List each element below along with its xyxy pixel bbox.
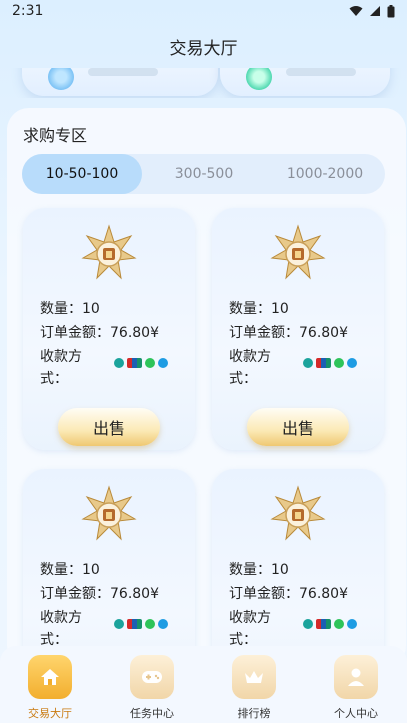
nav-item-trading-hall[interactable]: 交易大厅 xyxy=(10,652,90,720)
usdt-icon xyxy=(114,619,124,629)
medal-icon xyxy=(270,224,326,280)
order-amount: 订单金额：76.80¥ xyxy=(40,325,159,341)
payment-label-line1: 收款方 xyxy=(40,349,82,365)
medal-icon xyxy=(81,485,137,541)
order-amount: 订单金额：76.80¥ xyxy=(229,325,348,341)
home-icon xyxy=(28,655,72,699)
usdt-icon xyxy=(114,358,124,368)
nav-label: 任务中心 xyxy=(130,707,174,720)
range-tabs: 10-50-100 300-500 1000-2000 xyxy=(22,154,385,194)
payment-method-label: 收款方 式： xyxy=(229,607,271,651)
order-amount: 订单金额：76.80¥ xyxy=(229,586,348,602)
order-quantity: 数量：10 xyxy=(229,301,289,317)
unionpay-icon xyxy=(316,619,331,629)
payment-icons xyxy=(303,619,357,629)
tab-range-1000-2000[interactable]: 1000-2000 xyxy=(265,154,385,194)
payment-method-label: 收款方 式： xyxy=(40,346,82,390)
order-amount: 订单金额：76.80¥ xyxy=(40,586,159,602)
buy-request-panel: 求购专区 10-50-100 300-500 1000-2000 数量：10 订… xyxy=(7,108,406,711)
usdt-icon xyxy=(303,358,313,368)
unionpay-icon xyxy=(127,358,142,368)
order-card: 数量：10 订单金额：76.80¥ 收款方 式： 出售 xyxy=(23,208,195,450)
order-quantity: 数量：10 xyxy=(40,301,100,317)
payment-icons xyxy=(303,358,357,368)
payment-method-label: 收款方 式： xyxy=(229,346,271,390)
payment-label-line2: 式： xyxy=(229,371,257,387)
status-time: 2:31 xyxy=(12,3,44,19)
alipay-icon xyxy=(158,358,168,368)
signal-icon xyxy=(370,6,380,16)
nav-item-task-center[interactable]: 任务中心 xyxy=(112,652,192,720)
payment-label-line1: 收款方 xyxy=(40,610,82,626)
gamepad-icon xyxy=(130,655,174,699)
page-header: 交易大厅 xyxy=(0,22,407,70)
order-card: 数量：10 订单金额：76.80¥ 收款方 式： 出售 xyxy=(212,208,384,450)
usdt-icon xyxy=(303,619,313,629)
payment-label-line2: 式： xyxy=(40,371,68,387)
medal-icon xyxy=(81,224,137,280)
blurred-text xyxy=(286,68,356,76)
unionpay-icon xyxy=(316,358,331,368)
section-title: 求购专区 xyxy=(23,126,88,145)
wifi-icon xyxy=(349,6,363,16)
payment-label-line1: 收款方 xyxy=(229,610,271,626)
order-quantity: 数量：10 xyxy=(229,562,289,578)
status-icons xyxy=(349,4,395,18)
top-card-left[interactable] xyxy=(22,68,218,96)
status-bar: 2:31 xyxy=(0,0,407,22)
nav-label: 排行榜 xyxy=(237,707,271,720)
payment-icons xyxy=(114,358,168,368)
order-quantity: 数量：10 xyxy=(40,562,100,578)
tab-range-10-50-100[interactable]: 10-50-100 xyxy=(22,154,142,194)
sell-button[interactable]: 出售 xyxy=(58,408,160,446)
page-title: 交易大厅 xyxy=(169,38,238,59)
alipay-icon xyxy=(347,619,357,629)
nav-label: 个人中心 xyxy=(334,707,378,720)
sell-button[interactable]: 出售 xyxy=(247,408,349,446)
unionpay-icon xyxy=(127,619,142,629)
user-icon xyxy=(334,655,378,699)
blurred-text xyxy=(88,68,158,76)
green-orb-icon xyxy=(246,68,272,90)
top-cards-strip xyxy=(0,68,407,98)
tab-range-300-500[interactable]: 300-500 xyxy=(144,154,264,194)
alipay-icon xyxy=(347,358,357,368)
payment-method-label: 收款方 式： xyxy=(40,607,82,651)
battery-icon xyxy=(387,4,395,17)
bottom-nav: 交易大厅 任务中心 排行榜 个人中心 xyxy=(0,646,407,723)
top-card-right[interactable] xyxy=(220,68,390,96)
nav-item-profile[interactable]: 个人中心 xyxy=(316,652,396,720)
nav-label: 交易大厅 xyxy=(28,707,72,720)
alipay-icon xyxy=(158,619,168,629)
payment-icons xyxy=(114,619,168,629)
wechat-pay-icon xyxy=(145,358,155,368)
wechat-pay-icon xyxy=(145,619,155,629)
medal-icon xyxy=(270,485,326,541)
wechat-pay-icon xyxy=(334,358,344,368)
blue-orb-icon xyxy=(48,68,74,90)
crown-icon xyxy=(232,655,276,699)
payment-label-line1: 收款方 xyxy=(229,349,271,365)
nav-item-leaderboard[interactable]: 排行榜 xyxy=(214,652,294,720)
wechat-pay-icon xyxy=(334,619,344,629)
